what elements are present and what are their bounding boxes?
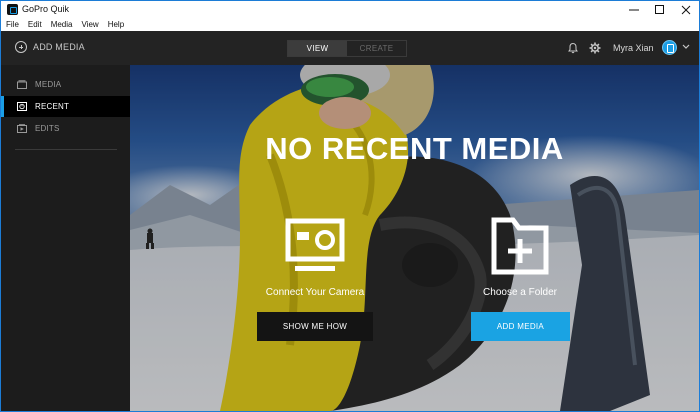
user-name[interactable]: Myra Xian bbox=[613, 43, 654, 53]
tab-view[interactable]: VIEW bbox=[288, 41, 347, 56]
empty-state-hero: NO RECENT MEDIA Connect Your Camera Choo… bbox=[130, 65, 699, 411]
add-circle-icon bbox=[15, 41, 27, 53]
sidebar-item-media[interactable]: MEDIA bbox=[1, 74, 130, 95]
add-media-header-label: ADD MEDIA bbox=[33, 42, 85, 52]
edits-icon bbox=[17, 124, 27, 133]
maximize-button[interactable] bbox=[646, 1, 674, 18]
folder-icon bbox=[491, 217, 549, 275]
minimize-icon bbox=[629, 9, 639, 10]
sidebar-item-label: RECENT bbox=[35, 102, 70, 111]
title-bar: GoPro Quik bbox=[1, 1, 699, 18]
sidebar-item-label: EDITS bbox=[35, 124, 60, 133]
gear-icon[interactable] bbox=[589, 42, 601, 54]
close-icon bbox=[681, 5, 691, 14]
app-header: ADD MEDIA VIEW CREATE Myra Xian bbox=[1, 31, 699, 65]
avatar[interactable] bbox=[662, 40, 677, 55]
menu-media[interactable]: Media bbox=[51, 18, 73, 31]
view-create-switch: VIEW CREATE bbox=[287, 40, 407, 57]
tab-create[interactable]: CREATE bbox=[347, 41, 406, 56]
recent-icon bbox=[17, 102, 27, 111]
sidebar-divider bbox=[15, 149, 117, 150]
menu-view[interactable]: View bbox=[81, 18, 98, 31]
menu-edit[interactable]: Edit bbox=[28, 18, 42, 31]
show-me-how-button[interactable]: SHOW ME HOW bbox=[257, 312, 373, 341]
menu-help[interactable]: Help bbox=[108, 18, 124, 31]
choose-folder-caption: Choose a Folder bbox=[483, 287, 557, 298]
maximize-icon bbox=[655, 4, 664, 14]
add-media-header-button[interactable]: ADD MEDIA bbox=[15, 41, 85, 53]
sidebar-item-recent[interactable]: RECENT bbox=[1, 96, 130, 117]
sidebar-item-edits[interactable]: EDITS bbox=[1, 118, 130, 139]
page-title: NO RECENT MEDIA bbox=[265, 131, 564, 166]
chevron-down-icon[interactable] bbox=[682, 44, 690, 50]
sidebar-item-label: MEDIA bbox=[35, 80, 62, 89]
menu-bar: File Edit Media View Help bbox=[1, 18, 699, 31]
sidebar: MEDIA RECENT EDITS bbox=[1, 65, 130, 411]
close-button[interactable] bbox=[672, 1, 700, 18]
hero-overlay bbox=[130, 65, 699, 411]
minimize-button[interactable] bbox=[620, 1, 648, 18]
add-media-button[interactable]: ADD MEDIA bbox=[471, 312, 570, 341]
window-title: GoPro Quik bbox=[22, 4, 70, 14]
bell-icon[interactable] bbox=[567, 42, 579, 54]
camera-icon bbox=[285, 218, 345, 271]
menu-file[interactable]: File bbox=[6, 18, 19, 31]
connect-camera-caption: Connect Your Camera bbox=[265, 287, 365, 298]
media-icon bbox=[17, 80, 27, 89]
gopro-app-icon bbox=[7, 4, 18, 15]
